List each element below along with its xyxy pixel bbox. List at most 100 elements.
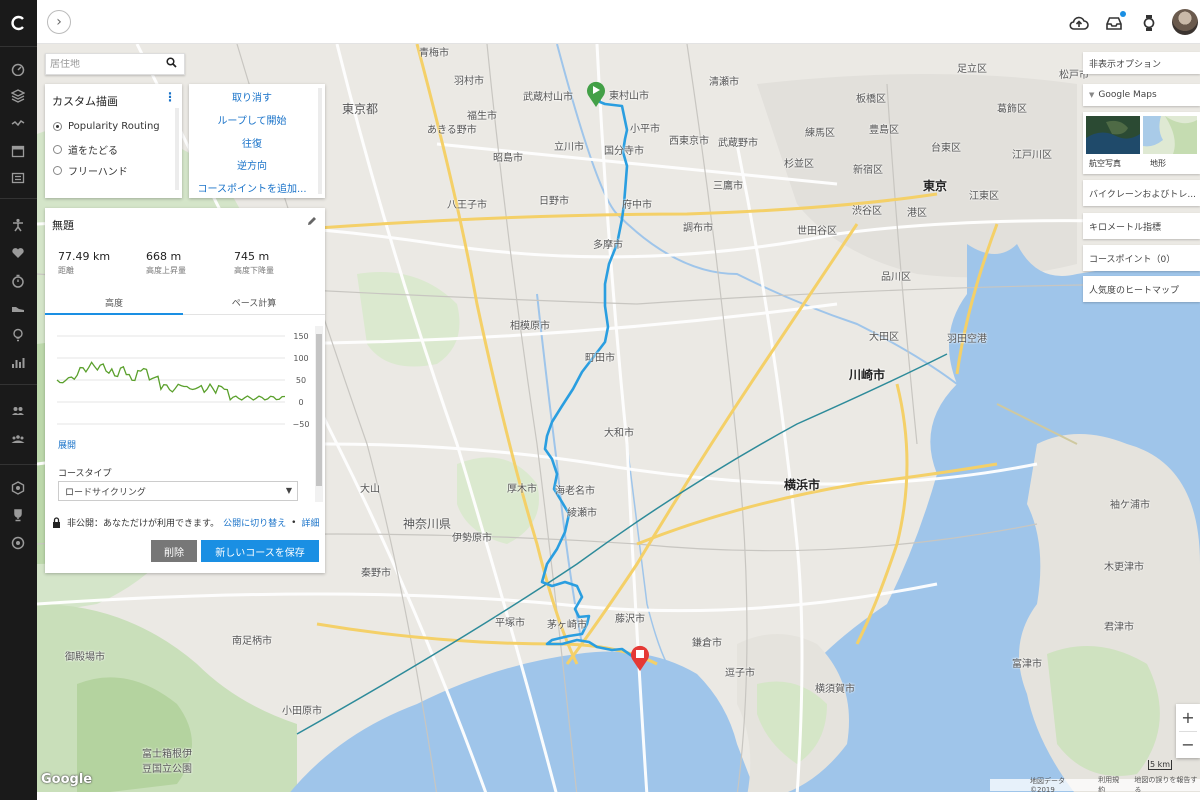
km-markers-toggle[interactable]: キロメートル指標 bbox=[1083, 213, 1200, 239]
active-tab-underline bbox=[45, 313, 183, 315]
map-label: 青梅市 bbox=[419, 48, 449, 59]
elevation-profile-line bbox=[56, 361, 286, 401]
shoe-icon[interactable] bbox=[8, 299, 28, 317]
elevation-tick: 100 bbox=[293, 354, 308, 363]
map-label: 大田区 bbox=[869, 332, 899, 343]
training-icon[interactable] bbox=[8, 216, 28, 234]
hide-options-toggle[interactable]: 非表示オプション bbox=[1083, 52, 1200, 74]
map-scale: 5 km bbox=[1148, 760, 1172, 770]
routing-option-popularity[interactable]: Popularity Routing bbox=[53, 121, 160, 132]
map-label: 足立区 bbox=[957, 64, 987, 75]
map-label: 大和市 bbox=[604, 428, 634, 439]
map-label: 調布市 bbox=[683, 223, 713, 234]
undo-action[interactable]: 取り消す bbox=[189, 89, 315, 104]
upload-cloud-icon[interactable] bbox=[1068, 12, 1090, 34]
map-label: 三鷹市 bbox=[713, 181, 743, 192]
course-points-toggle[interactable]: コースポイント（0） bbox=[1083, 245, 1200, 271]
health-heart-icon[interactable] bbox=[8, 244, 28, 262]
edit-pencil-icon[interactable] bbox=[307, 216, 317, 229]
user-avatar[interactable] bbox=[1172, 9, 1198, 35]
google-maps-dropdown[interactable]: ▼ Google Maps bbox=[1083, 84, 1200, 106]
route-start-marker[interactable] bbox=[585, 80, 607, 108]
search-icon[interactable] bbox=[161, 57, 181, 71]
location-search-input[interactable] bbox=[46, 58, 161, 70]
actions-panel-scrollbar[interactable] bbox=[318, 88, 322, 194]
course-panel-scrollbar[interactable] bbox=[315, 326, 323, 502]
privacy-text: 非公開：あなただけが利用できます。 bbox=[67, 519, 220, 529]
out-and-back-action[interactable]: 往復 bbox=[189, 135, 315, 150]
connections-icon[interactable] bbox=[8, 402, 28, 420]
lightbulb-icon[interactable] bbox=[8, 326, 28, 344]
map-label: 東京都 bbox=[342, 102, 379, 116]
stat-value: 668 m bbox=[146, 250, 182, 263]
expand-link[interactable]: 展開 bbox=[58, 438, 76, 451]
map-label: 国分寺市 bbox=[604, 146, 644, 157]
routing-option-follow-roads[interactable]: 道をたどる bbox=[53, 142, 118, 157]
top-bar: › bbox=[37, 0, 1200, 44]
course-panel: 無題 77.49 km 距離 668 m 高度上昇量 745 m 高度下降量 高… bbox=[45, 208, 325, 573]
map-label: 立川市 bbox=[554, 142, 584, 153]
zoom-out-button[interactable]: − bbox=[1176, 731, 1200, 758]
map-label: 小田原市 bbox=[282, 706, 322, 717]
stopwatch-icon[interactable] bbox=[8, 272, 28, 290]
zoom-control: + − bbox=[1176, 704, 1200, 758]
bike-lanes-toggle[interactable]: バイクレーンおよびトレ... bbox=[1083, 180, 1200, 206]
map-label: 武蔵野市 bbox=[718, 138, 758, 149]
groups-icon[interactable] bbox=[8, 430, 28, 448]
map-label: 神奈川県 bbox=[403, 517, 452, 531]
map-label: 木更津市 bbox=[1104, 562, 1144, 573]
garmin-logo-icon[interactable] bbox=[8, 14, 28, 32]
heatmap-toggle[interactable]: 人気度のヒートマップ bbox=[1083, 276, 1200, 302]
map-label: 大山 bbox=[360, 484, 380, 495]
stat-value: 745 m bbox=[234, 250, 270, 263]
challenges-icon[interactable] bbox=[8, 534, 28, 552]
reports-icon[interactable] bbox=[8, 354, 28, 372]
google-logo[interactable]: Google bbox=[41, 772, 92, 787]
more-options-icon[interactable]: ⋮ bbox=[164, 90, 176, 104]
map-label: 厚木市 bbox=[507, 484, 537, 495]
drawing-panel-title: カスタム描画 bbox=[52, 95, 118, 108]
drawing-panel-scrollbar[interactable] bbox=[175, 108, 179, 190]
aerial-thumbnail[interactable] bbox=[1086, 116, 1140, 154]
map-label: 江戸川区 bbox=[1012, 150, 1052, 161]
map-label: 君津市 bbox=[1104, 622, 1134, 633]
add-course-point-action[interactable]: コースポイントを追加... bbox=[189, 180, 315, 195]
tab-elevation[interactable]: 高度 bbox=[45, 296, 183, 309]
map-label: 豊島区 bbox=[869, 125, 899, 136]
loop-to-start-action[interactable]: ループして開始 bbox=[189, 112, 315, 127]
calendar-icon[interactable] bbox=[8, 142, 28, 160]
privacy-details-link[interactable]: 詳細 bbox=[301, 516, 319, 529]
trophy-icon[interactable] bbox=[8, 506, 28, 524]
badges-icon[interactable] bbox=[8, 479, 28, 497]
map-label: 新宿区 bbox=[853, 165, 883, 176]
reverse-action[interactable]: 逆方向 bbox=[189, 157, 315, 172]
map-label: 台東区 bbox=[931, 143, 961, 154]
layers-icon[interactable] bbox=[8, 87, 28, 105]
map-label: 富士箱根伊豆国立公園 bbox=[142, 749, 192, 775]
scrollbar-thumb[interactable] bbox=[316, 334, 322, 486]
zoom-in-button[interactable]: + bbox=[1176, 704, 1200, 731]
map-label: 羽田空港 bbox=[947, 334, 987, 345]
activity-icon[interactable] bbox=[8, 114, 28, 132]
news-icon[interactable] bbox=[8, 169, 28, 187]
stat-value: 77.49 km bbox=[58, 250, 111, 263]
delete-button[interactable]: 削除 bbox=[151, 540, 197, 562]
route-end-marker[interactable] bbox=[629, 644, 651, 672]
stat-distance: 77.49 km 距離 bbox=[58, 250, 110, 276]
map-label: 武蔵村山市 bbox=[523, 92, 573, 103]
course-type-select[interactable]: ロードサイクリング ▼ bbox=[58, 481, 298, 501]
terrain-thumbnail[interactable] bbox=[1143, 116, 1197, 154]
map-label: 海老名市 bbox=[555, 486, 595, 497]
radio-unselected bbox=[53, 166, 62, 175]
save-new-course-button[interactable]: 新しいコースを保存 bbox=[201, 540, 319, 562]
routing-option-freehand[interactable]: フリーハンド bbox=[53, 163, 128, 178]
map-label: 江東区 bbox=[969, 191, 999, 202]
make-public-link[interactable]: 公開に切り替え bbox=[223, 516, 286, 529]
map-label: 南足柄市 bbox=[232, 636, 272, 647]
elevation-chart[interactable]: 150 100 50 0 −50 bbox=[53, 326, 315, 434]
watch-device-icon[interactable] bbox=[1138, 12, 1160, 34]
tab-pace[interactable]: ペース計算 bbox=[185, 296, 323, 309]
expand-nav-button[interactable]: › bbox=[47, 10, 71, 34]
map-label: 葛飾区 bbox=[997, 104, 1027, 115]
dashboard-icon[interactable] bbox=[8, 60, 28, 78]
